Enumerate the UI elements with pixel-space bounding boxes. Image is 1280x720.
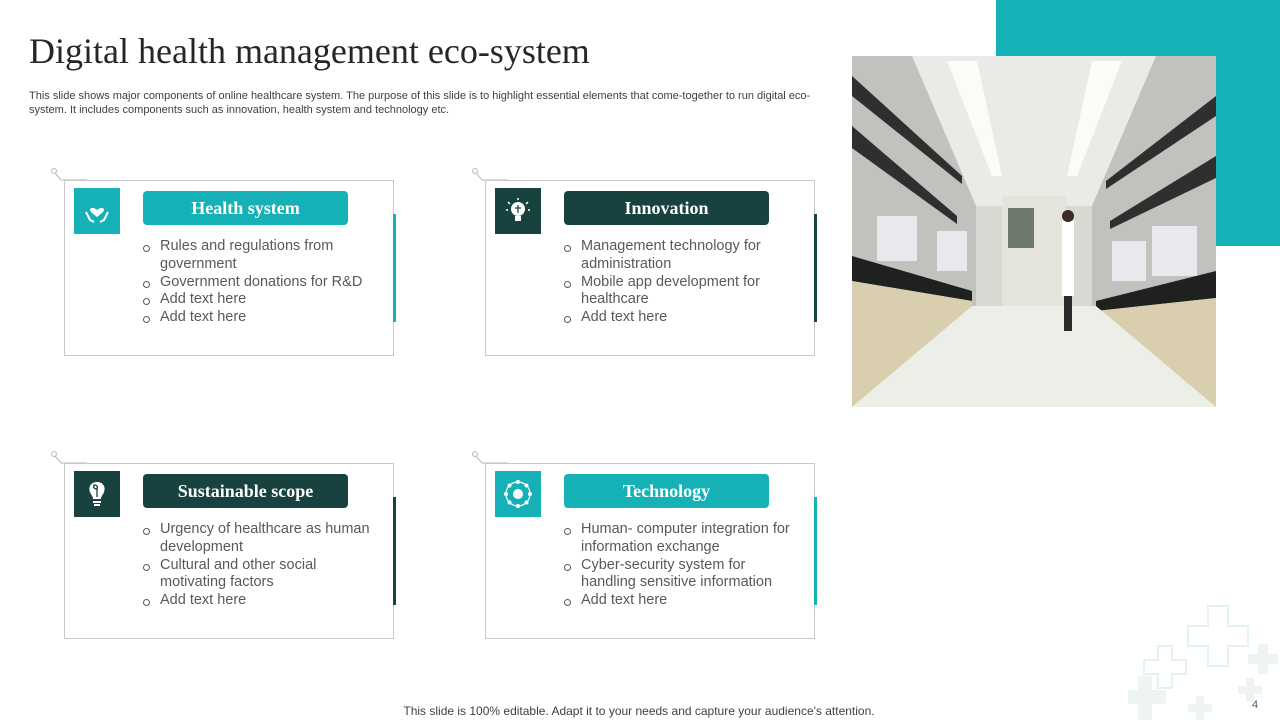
card-label: Innovation — [564, 191, 769, 225]
card-accent-bar — [393, 214, 396, 322]
card-label: Technology — [564, 474, 769, 508]
list-item: Cultural and other social motivating fac… — [143, 557, 383, 593]
list-item: Urgency of healthcare as human developme… — [143, 521, 383, 557]
heart-hands-icon — [74, 188, 120, 234]
bullet-list: Rules and regulations from government Go… — [143, 238, 383, 327]
network-icon — [495, 471, 541, 517]
list-item: Human- computer integration for informat… — [564, 521, 804, 557]
card-accent-bar — [814, 214, 817, 322]
list-item: Add text here — [564, 592, 804, 610]
list-item: Cyber-security system for handling sensi… — [564, 557, 804, 593]
slide-description: This slide shows major components of onl… — [29, 90, 811, 116]
slide-title: Digital health management eco-system — [29, 31, 590, 71]
list-item: Mobile app development for healthcare — [564, 274, 804, 310]
slide-footer: This slide is 100% editable. Adapt it to… — [403, 704, 875, 718]
card-sustainable-scope: Sustainable scope Urgency of healthcare … — [51, 451, 396, 639]
list-item: Rules and regulations from government — [143, 238, 383, 274]
list-item: Government donations for R&D — [143, 274, 383, 292]
card-label: Health system — [143, 191, 348, 225]
card-label: Sustainable scope — [143, 474, 348, 508]
bullet-list: Human- computer integration for informat… — [564, 521, 804, 610]
card-accent-bar — [814, 497, 817, 605]
lightbulb-leaf-icon — [74, 471, 120, 517]
list-item: Add text here — [564, 309, 804, 327]
laboratory-photo — [852, 56, 1216, 407]
bullet-list: Urgency of healthcare as human developme… — [143, 521, 383, 610]
card-technology: Technology Human- computer integration f… — [472, 451, 817, 639]
card-health-system: Health system Rules and regulations from… — [51, 168, 396, 356]
card-accent-bar — [393, 497, 396, 605]
card-innovation: Innovation Management technology for adm… — [472, 168, 817, 356]
list-item: Add text here — [143, 291, 383, 309]
lightbulb-brain-icon — [495, 188, 541, 234]
page-number: 4 — [1252, 699, 1259, 711]
list-item: Add text here — [143, 592, 383, 610]
bullet-list: Management technology for administration… — [564, 238, 804, 327]
list-item: Add text here — [143, 309, 383, 327]
list-item: Management technology for administration — [564, 238, 804, 274]
